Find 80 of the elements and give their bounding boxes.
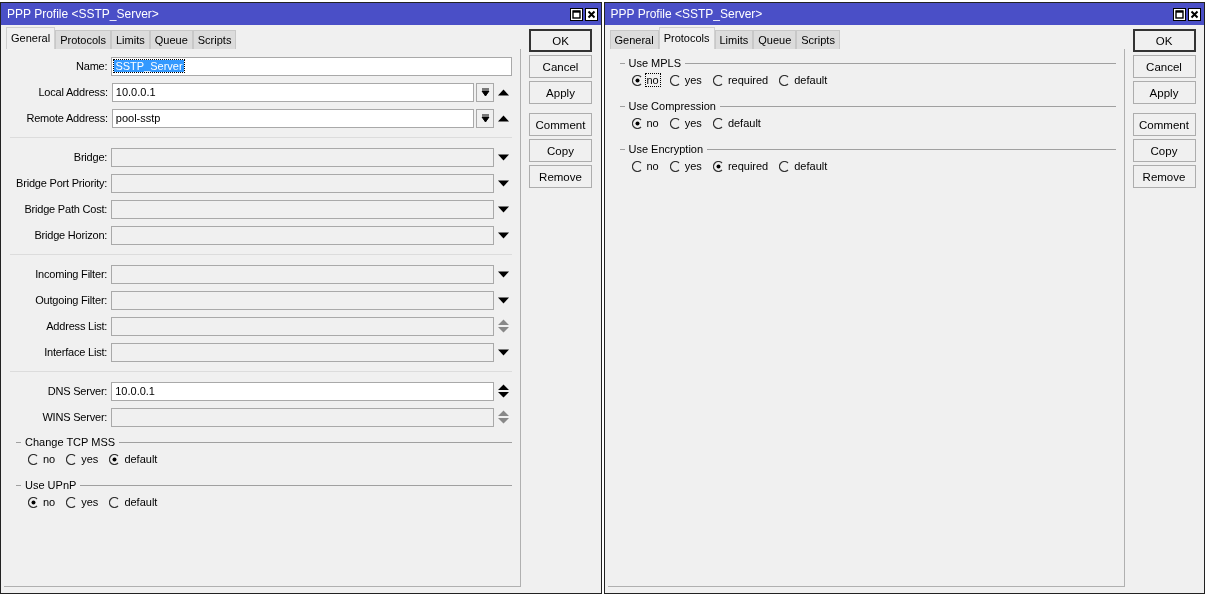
field-label: Interface List: (43, 346, 109, 358)
radio-option[interactable]: yes (669, 74, 703, 86)
group-title: Use Encryption (628, 143, 704, 155)
close-icon[interactable] (1188, 7, 1201, 21)
dropdown-icon (480, 113, 490, 123)
dialog-button[interactable]: Copy (529, 139, 592, 162)
radio-option[interactable]: yes (66, 453, 100, 465)
tab[interactable]: Protocols (55, 30, 111, 49)
radio-option[interactable]: yes (669, 117, 703, 129)
dialog-button[interactable]: OK (529, 29, 592, 52)
group-title: Use UPnP (25, 479, 77, 491)
window-title: PPP Profile <SSTP_Server> (610, 7, 763, 21)
radio-option[interactable]: default (712, 117, 762, 129)
dropdown-button[interactable] (476, 82, 495, 102)
field-label: WINS Server: (41, 411, 109, 423)
field-label: Incoming Filter: (34, 268, 109, 280)
tab[interactable]: Limits (111, 30, 150, 49)
radio-option[interactable]: no (28, 453, 57, 465)
group-title: Use Compression (628, 100, 716, 112)
dropdown-arrow-icon[interactable] (498, 231, 510, 239)
maximize-icon[interactable] (1173, 7, 1186, 21)
field-label: DNS Server: (46, 385, 109, 397)
tab[interactable]: Queue (149, 30, 193, 49)
tab[interactable]: Queue (753, 30, 797, 49)
radio-option[interactable]: no (631, 74, 660, 86)
input-field[interactable]: 10.0.0.1 (111, 82, 475, 102)
radio-option[interactable]: default (109, 496, 159, 508)
tab[interactable]: Protocols (658, 27, 715, 49)
dropdown-arrow-icon[interactable] (498, 296, 510, 304)
radio-option[interactable]: required (712, 160, 770, 172)
dialog-button[interactable]: Copy (1132, 139, 1196, 162)
dropdown-arrow-icon[interactable] (498, 270, 510, 278)
dialog-button[interactable]: Comment (1132, 113, 1196, 136)
input-field[interactable]: 10.0.0.1 (111, 381, 495, 401)
dropdown-arrow-icon[interactable] (498, 205, 510, 213)
dialog-button[interactable]: Apply (1132, 81, 1196, 104)
dialog-button[interactable]: Cancel (529, 55, 592, 78)
radio-option[interactable]: no (631, 160, 660, 172)
maximize-icon[interactable] (569, 7, 583, 21)
dropdown-arrow-icon[interactable] (498, 348, 510, 356)
radio-option[interactable]: required (712, 74, 770, 86)
dropdown-arrow-icon[interactable] (498, 153, 510, 161)
field-label: Address List: (45, 320, 109, 332)
up-arrow-icon[interactable] (498, 88, 509, 96)
field-label: Bridge Horizon: (33, 229, 109, 241)
window-title: PPP Profile <SSTP_Server> (7, 7, 159, 21)
up-arrow-icon[interactable] (498, 114, 509, 122)
tab[interactable]: General (6, 27, 56, 49)
dropdown-icon (480, 87, 490, 97)
field-label: Bridge: (72, 151, 109, 163)
radio-option[interactable]: default (779, 160, 829, 172)
field-label: Outgoing Filter: (34, 294, 109, 306)
radio-option[interactable]: default (779, 74, 829, 86)
input-field[interactable]: pool-sstp (111, 108, 475, 128)
tab[interactable]: Scripts (796, 30, 840, 49)
group-title: Change TCP MSS (25, 436, 116, 448)
spinner-arrows-icon[interactable] (498, 384, 510, 398)
dialog-button[interactable]: Cancel (1132, 55, 1196, 78)
dropdown-button[interactable] (476, 108, 495, 128)
field-label: Bridge Path Cost: (23, 203, 109, 215)
tab[interactable]: Limits (714, 30, 754, 49)
dialog-button[interactable]: Remove (1132, 165, 1196, 188)
tab[interactable]: Scripts (192, 30, 237, 49)
radio-option[interactable]: no (631, 117, 660, 129)
radio-option[interactable]: no (28, 496, 57, 508)
field-label: Name: (75, 60, 109, 72)
radio-option[interactable]: default (109, 453, 159, 465)
dialog-button[interactable]: Remove (529, 165, 592, 188)
group-title: Use MPLS (628, 57, 682, 69)
dialog-button[interactable]: OK (1132, 29, 1196, 52)
field-label: Remote Address: (25, 112, 109, 124)
field-label: Local Address: (37, 86, 109, 98)
tab[interactable]: General (609, 30, 659, 49)
dialog-button[interactable]: Apply (529, 81, 592, 104)
radio-option[interactable]: yes (66, 496, 100, 508)
dropdown-arrow-icon[interactable] (498, 179, 510, 187)
radio-option[interactable]: yes (669, 160, 703, 172)
field-label: Bridge Port Priority: (15, 177, 109, 189)
close-icon[interactable] (584, 7, 598, 21)
dialog-button[interactable]: Comment (529, 113, 592, 136)
